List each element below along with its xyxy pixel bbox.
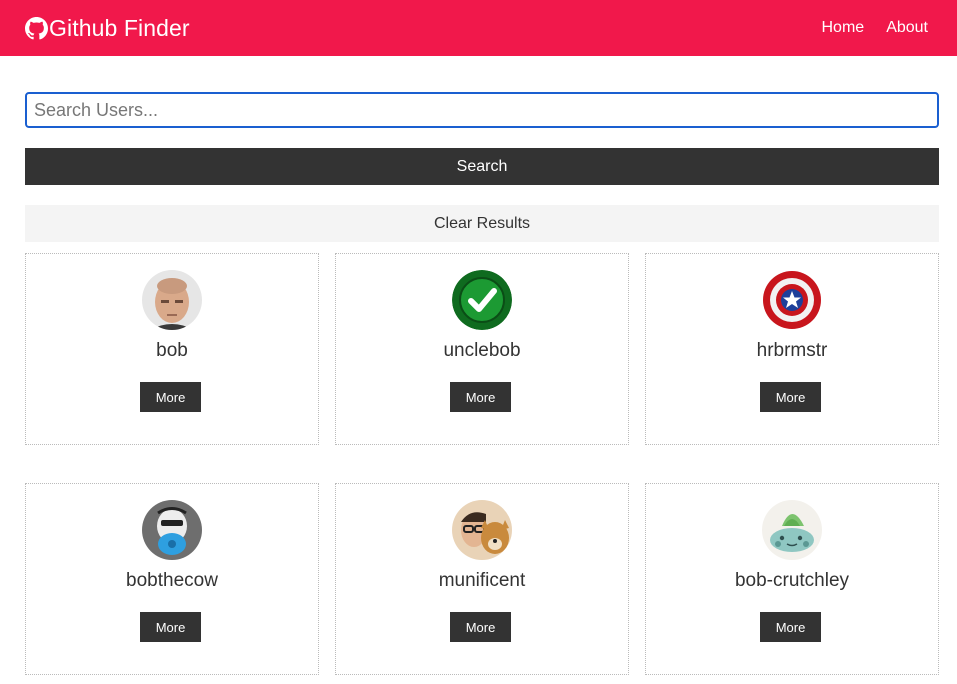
user-card: unclebob More	[335, 253, 629, 445]
app-title: Github Finder	[49, 14, 190, 41]
user-card: bobthecow More	[25, 483, 319, 675]
more-button[interactable]: More	[450, 612, 511, 642]
navbar: Github Finder Home About	[0, 0, 957, 56]
more-button[interactable]: More	[450, 382, 511, 412]
avatar	[142, 270, 202, 330]
search-button[interactable]: Search	[25, 148, 939, 185]
user-card: munificent More	[335, 483, 629, 675]
nav-link-about[interactable]: About	[886, 19, 928, 37]
user-login: bobthecow	[126, 570, 218, 591]
search-input[interactable]	[25, 92, 939, 128]
nav-links: Home About	[822, 19, 929, 37]
more-button[interactable]: More	[760, 612, 821, 642]
user-login: munificent	[438, 570, 526, 591]
user-login: unclebob	[443, 340, 521, 361]
avatar	[762, 270, 822, 330]
brand[interactable]: Github Finder	[25, 15, 190, 42]
github-icon	[25, 16, 48, 40]
user-login: bob	[156, 340, 188, 361]
more-button[interactable]: More	[760, 382, 821, 412]
avatar	[762, 500, 822, 560]
avatar	[452, 270, 512, 330]
user-card: bob-crutchley More	[645, 483, 939, 675]
user-card: bob More	[25, 253, 319, 445]
more-button[interactable]: More	[140, 612, 201, 642]
nav-link-home[interactable]: Home	[822, 19, 865, 37]
avatar	[452, 500, 512, 560]
clear-results-button[interactable]: Clear Results	[25, 205, 939, 242]
user-login: hrbrmstr	[756, 340, 828, 361]
user-login: bob-crutchley	[734, 570, 850, 591]
user-card: hrbrmstr More	[645, 253, 939, 445]
avatar	[142, 500, 202, 560]
more-button[interactable]: More	[140, 382, 201, 412]
